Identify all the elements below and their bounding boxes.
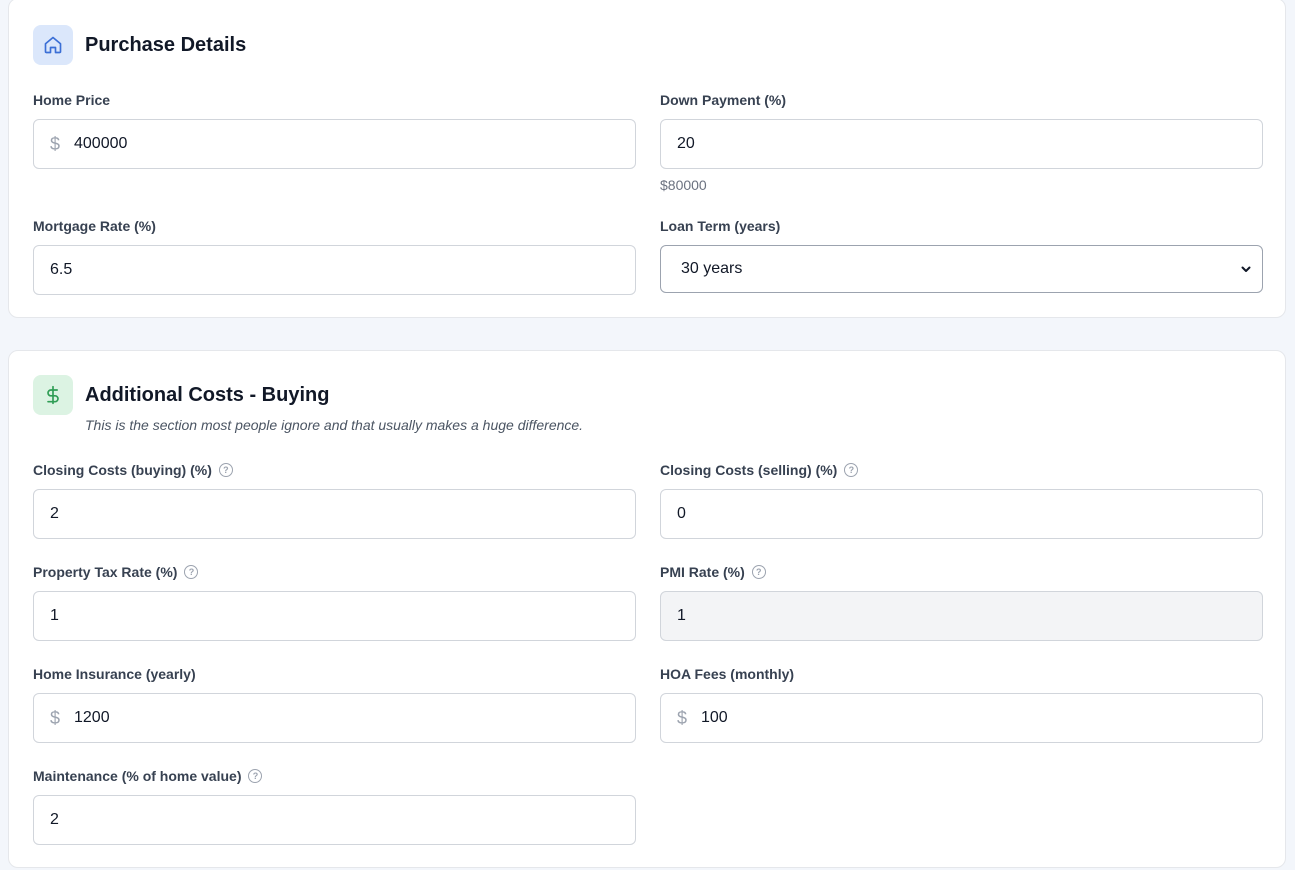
home-insurance-field: Home Insurance (yearly) $ 1200	[33, 665, 636, 743]
closing-costs-buying-value: 2	[50, 505, 59, 522]
maintenance-field: Maintenance (% of home value) ? 2	[33, 767, 636, 845]
closing-costs-selling-input[interactable]: 0	[660, 489, 1263, 539]
help-icon[interactable]: ?	[218, 463, 233, 477]
help-icon[interactable]: ?	[844, 463, 859, 477]
help-icon[interactable]: ?	[248, 769, 263, 783]
home-price-value: 400000	[74, 135, 128, 152]
maintenance-label-text: Maintenance (% of home value)	[33, 768, 242, 784]
pmi-rate-input: 1	[660, 591, 1263, 641]
help-icon[interactable]: ?	[751, 565, 766, 579]
pmi-rate-label-text: PMI Rate (%)	[660, 564, 745, 580]
property-tax-field: Property Tax Rate (%) ? 1	[33, 563, 636, 641]
down-payment-label: Down Payment (%)	[660, 92, 787, 108]
closing-costs-selling-label: Closing Costs (selling) (%) ?	[660, 461, 1263, 479]
dollar-icon: $	[50, 133, 61, 154]
closing-costs-selling-field: Closing Costs (selling) (%) ? 0	[660, 461, 1263, 539]
home-insurance-value: 1200	[74, 709, 110, 726]
down-payment-input[interactable]: 20	[660, 119, 1263, 169]
additional-costs-subtitle: This is the section most people ignore a…	[85, 417, 584, 433]
home-icon	[33, 25, 73, 65]
maintenance-input[interactable]: 2	[33, 795, 636, 845]
additional-costs-card: Additional Costs - Buying This is the se…	[8, 350, 1286, 868]
pmi-rate-field: PMI Rate (%) ? 1	[660, 563, 1263, 641]
dollar-icon: $	[677, 707, 688, 728]
hoa-fees-value: 100	[701, 709, 728, 726]
closing-costs-buying-label: Closing Costs (buying) (%) ?	[33, 461, 636, 479]
property-tax-value: 1	[50, 607, 59, 624]
closing-costs-buying-input[interactable]: 2	[33, 489, 636, 539]
closing-costs-selling-value: 0	[677, 505, 686, 522]
additional-costs-header: Additional Costs - Buying	[33, 375, 329, 415]
home-price-label: Home Price	[33, 92, 111, 108]
pmi-rate-label: PMI Rate (%) ?	[660, 563, 1263, 581]
property-tax-input[interactable]: 1	[33, 591, 636, 641]
property-tax-label-text: Property Tax Rate (%)	[33, 564, 178, 580]
purchase-details-card: Purchase Details Home Price $ 400000 Dow…	[8, 0, 1286, 318]
loan-term-select[interactable]: 30 years	[660, 245, 1263, 293]
loan-term-label: Loan Term (years)	[660, 218, 781, 234]
closing-costs-buying-field: Closing Costs (buying) (%) ? 2	[33, 461, 636, 539]
purchase-details-title: Purchase Details	[85, 33, 247, 56]
down-payment-amount: $80000	[660, 177, 707, 193]
hoa-fees-field: HOA Fees (monthly) $ 100	[660, 665, 1263, 743]
home-insurance-label: Home Insurance (yearly)	[33, 666, 196, 682]
help-icon[interactable]: ?	[184, 565, 199, 579]
maintenance-label: Maintenance (% of home value) ?	[33, 767, 636, 785]
mortgage-rate-value: 6.5	[50, 261, 73, 278]
hoa-fees-label: HOA Fees (monthly)	[660, 666, 795, 682]
closing-costs-selling-label-text: Closing Costs (selling) (%)	[660, 462, 838, 478]
down-payment-field: Down Payment (%) 20 $80000	[660, 91, 1263, 193]
home-price-input[interactable]: $ 400000	[33, 119, 636, 169]
loan-term-selected: 30 years	[681, 260, 743, 277]
maintenance-value: 2	[50, 811, 59, 828]
mortgage-rate-input[interactable]: 6.5	[33, 245, 636, 295]
additional-costs-title: Additional Costs - Buying	[85, 383, 330, 406]
home-price-field: Home Price $ 400000	[33, 91, 636, 169]
property-tax-label: Property Tax Rate (%) ?	[33, 563, 636, 581]
mortgage-rate-label: Mortgage Rate (%)	[33, 218, 156, 234]
mortgage-rate-field: Mortgage Rate (%) 6.5	[33, 217, 636, 295]
dollar-icon: $	[50, 707, 61, 728]
chevron-down-icon	[1241, 266, 1251, 272]
hoa-fees-input[interactable]: $ 100	[660, 693, 1263, 743]
pmi-rate-value: 1	[677, 607, 686, 624]
dollar-icon	[33, 375, 73, 415]
closing-costs-buying-label-text: Closing Costs (buying) (%)	[33, 462, 212, 478]
loan-term-field: Loan Term (years) 30 years	[660, 217, 1263, 293]
home-insurance-input[interactable]: $ 1200	[33, 693, 636, 743]
down-payment-value: 20	[677, 135, 695, 152]
purchase-details-header: Purchase Details	[33, 25, 246, 65]
